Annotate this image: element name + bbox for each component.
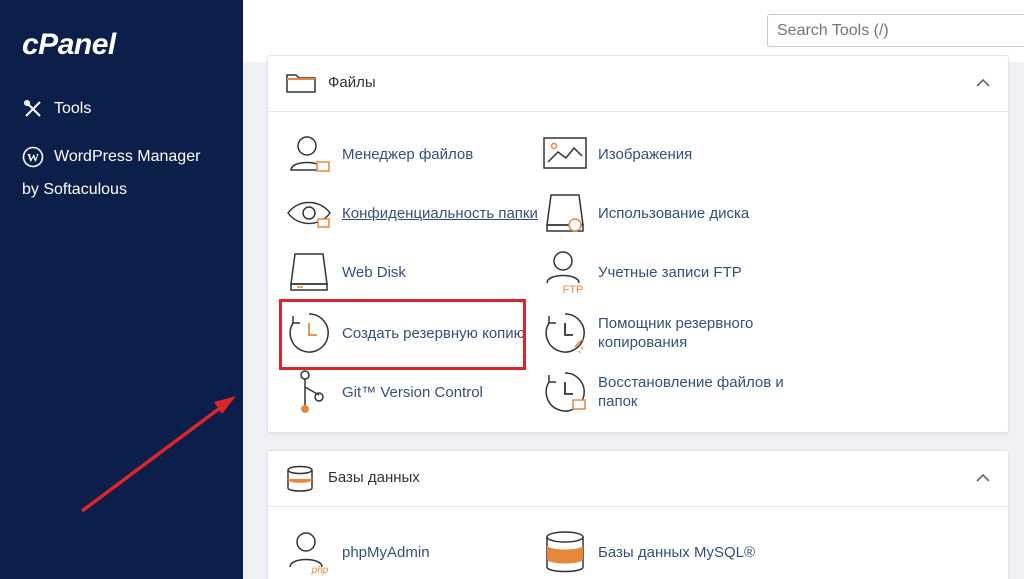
tool-backup-wizard[interactable]: Помощник резервного копирования bbox=[540, 308, 753, 358]
git-icon bbox=[284, 367, 334, 417]
sidebar-item-label: WordPress Manager bbox=[54, 148, 201, 165]
disk-usage-icon bbox=[540, 188, 590, 238]
ftp-accounts-icon: FTP bbox=[540, 247, 590, 297]
directory-privacy-icon bbox=[284, 188, 334, 238]
search-input[interactable] bbox=[767, 14, 1024, 47]
tool-web-disk[interactable]: Web Disk bbox=[284, 247, 406, 297]
folder-icon bbox=[285, 70, 317, 101]
tools-icon bbox=[22, 98, 44, 120]
section-title: Базы данных bbox=[328, 469, 420, 486]
sidebar-item-wordpress[interactable]: W WordPress Manager bbox=[22, 146, 200, 168]
sidebar-item-sublabel[interactable]: by Softaculous bbox=[22, 181, 127, 199]
tool-phpmyadmin[interactable]: php phpMyAdmin bbox=[284, 527, 430, 577]
svg-text:FTP: FTP bbox=[563, 284, 584, 295]
tool-file-restoration[interactable]: Восстановление файлов и папок bbox=[540, 367, 784, 417]
tool-disk-usage[interactable]: Использование диска bbox=[540, 188, 749, 238]
images-icon bbox=[540, 129, 590, 179]
cpanel-logo[interactable]: cPanel bbox=[22, 28, 116, 62]
file-restoration-icon bbox=[540, 367, 590, 417]
backup-wizard-icon bbox=[540, 308, 590, 358]
mysql-databases-icon bbox=[540, 527, 590, 577]
sidebar-item-tools[interactable]: Tools bbox=[22, 98, 91, 120]
highlight-box bbox=[279, 299, 526, 370]
sidebar: cPanel Tools W WordPress Manager by Soft… bbox=[0, 0, 243, 579]
phpmyadmin-icon: php bbox=[284, 527, 334, 577]
tool-images[interactable]: Изображения bbox=[540, 129, 692, 179]
tool-file-manager[interactable]: Менеджер файлов bbox=[284, 129, 473, 179]
tool-ftp-accounts[interactable]: FTP Учетные записи FTP bbox=[540, 247, 742, 297]
svg-text:W: W bbox=[27, 151, 39, 165]
tool-mysql-databases[interactable]: Базы данных MySQL® bbox=[540, 527, 755, 577]
tool-git-version-control[interactable]: Git™ Version Control bbox=[284, 367, 483, 417]
sidebar-item-label: Tools bbox=[54, 100, 92, 117]
web-disk-icon bbox=[284, 247, 334, 297]
file-manager-icon bbox=[284, 129, 334, 179]
section-title: Файлы bbox=[328, 74, 376, 91]
section-header[interactable]: Базы данных bbox=[268, 451, 1008, 507]
database-icon bbox=[285, 465, 315, 498]
tool-directory-privacy[interactable]: Конфиденциальность папки bbox=[284, 188, 538, 238]
chevron-up-icon[interactable] bbox=[976, 75, 990, 93]
section-header[interactable]: Файлы bbox=[268, 56, 1008, 112]
chevron-up-icon[interactable] bbox=[976, 470, 990, 488]
svg-text:php: php bbox=[311, 565, 329, 575]
wordpress-icon: W bbox=[22, 146, 44, 168]
